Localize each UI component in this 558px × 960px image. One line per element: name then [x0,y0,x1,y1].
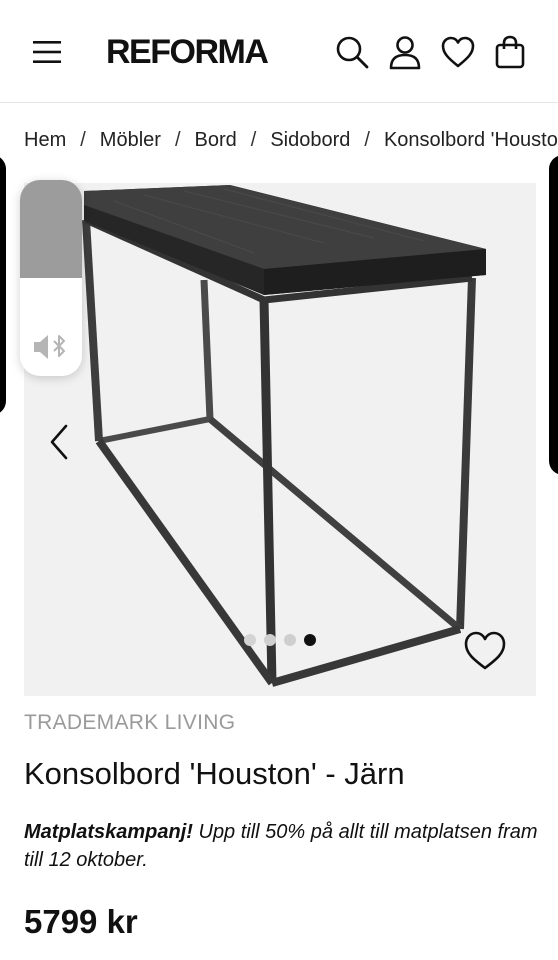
breadcrumb-separator: / [364,129,370,151]
site-header: REFORMA [0,0,558,103]
volume-overlay[interactable] [20,180,82,376]
pagination-dot[interactable] [244,634,256,646]
breadcrumb-separator: / [80,129,86,151]
speaker-bluetooth-icon [34,335,65,359]
breadcrumb: Hem / Möbler / Bord / Sidobord / Konsolbord 'Hou… [24,126,558,154]
promo-bold: Matplatskampanj! [24,821,193,843]
product-brand[interactable]: TRADEMARK LIVING [24,708,235,738]
breadcrumb-item-hem[interactable]: Hem [24,129,66,151]
product-image [82,185,486,687]
breadcrumb-item-bord[interactable]: Bord [195,129,237,151]
pagination-dot-active[interactable] [304,634,316,646]
device-edge-right [549,155,558,475]
product-price: 5799 kr [24,903,138,940]
breadcrumb-item-sidobord[interactable]: Sidobord [270,129,350,151]
product-page: REFORMA Hem / Möbler / Bord / Sidobord / Konsolb… [0,0,558,960]
breadcrumb-separator: / [250,129,257,151]
breadcrumb-separator: / [174,129,181,151]
user-icon[interactable] [387,34,423,70]
chevron-left-icon[interactable] [40,420,80,464]
product-title: Konsolbord 'Houston' - Järn [24,756,405,791]
pagination-dot[interactable] [284,634,296,646]
pagination-dot[interactable] [264,634,276,646]
heart-icon[interactable] [440,34,476,70]
gallery-pagination [244,634,324,648]
promo-text: Matplatskampanj! Upp till 50% på allt ti… [24,818,544,874]
heart-outline-icon[interactable] [462,628,508,672]
menu-icon[interactable] [30,38,64,66]
shopping-bag-icon[interactable] [492,34,528,70]
breadcrumb-item-mobler[interactable]: Möbler [100,129,161,151]
product-image-gallery[interactable] [24,183,536,696]
site-logo[interactable]: REFORMA [106,30,269,74]
device-edge-left [0,155,6,415]
volume-level-fill [20,180,82,278]
search-icon[interactable] [334,34,370,70]
breadcrumb-item-current: Konsolbord 'Houston' [383,129,558,151]
